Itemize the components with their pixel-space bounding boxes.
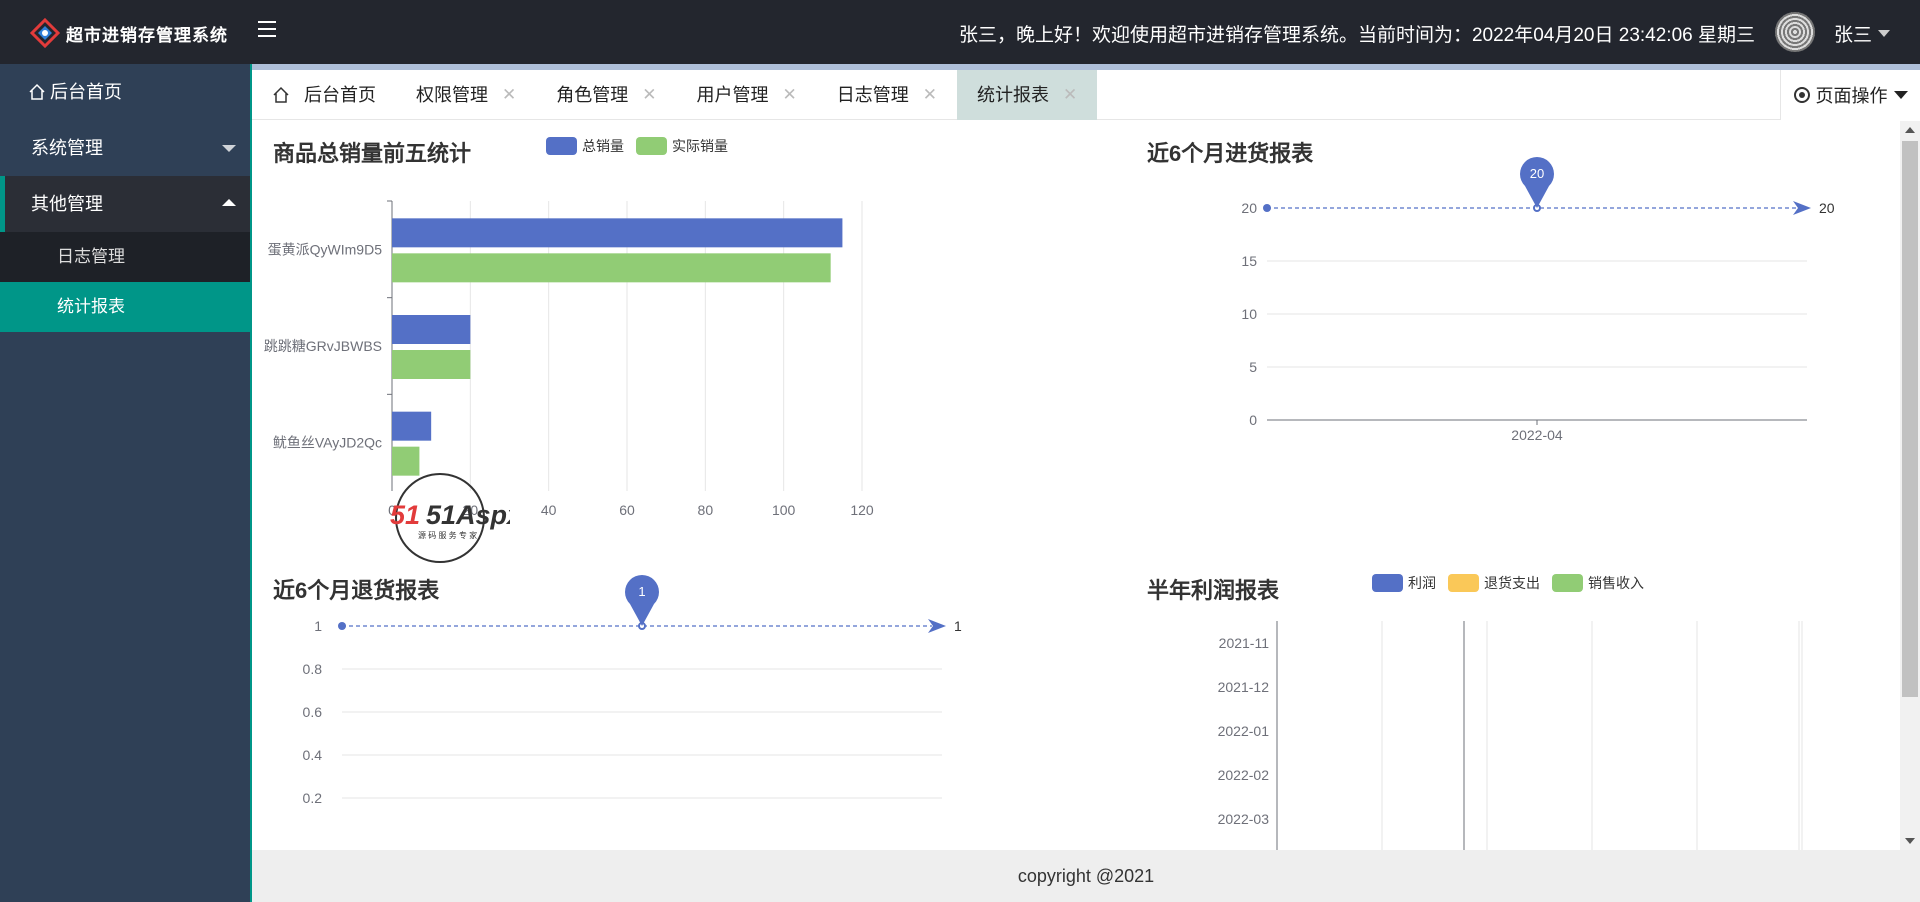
chart4-svg: 2021-11 2021-12 2022-01 2022-02 2022-03 [1218,621,1803,850]
markpoint-label: 20 [1530,166,1544,181]
x-tick-label: 120 [850,502,874,518]
scroll-up-icon[interactable] [1905,127,1915,133]
chart1-svg: 0 20 40 60 80 100 120鱿鱼丝VAyJD2Qc跳跳糖GRvJBWBS蛋黄派… [264,200,874,518]
scroll-down-icon[interactable] [1905,838,1915,844]
footer: copyright @2021 [252,850,1920,902]
tab-permission[interactable]: 权限管理 ✕ [396,70,536,120]
user-name: 张三 [1834,25,1873,46]
menu-toggle-icon[interactable] [258,21,276,37]
tab-bar: 后台首页 权限管理 ✕ 角色管理 ✕ 用户管理 ✕ 日志管理 ✕ 统计报表 ✕ … [252,70,1920,120]
sidebar-group-system[interactable]: 系统管理 [0,120,250,176]
y-tick-label: 0.6 [303,704,323,720]
y-tick-label: 0.4 [303,747,323,763]
sidebar: 后台首页 系统管理 其他管理 日志管理 统计报表 [0,64,250,902]
page-ops-label: 页面操作 [1815,86,1888,106]
tab-user[interactable]: 用户管理 ✕ [677,70,817,120]
chevron-up-icon [222,199,236,206]
tab-statistics[interactable]: 统计报表 ✕ [957,70,1098,120]
close-icon[interactable]: ✕ [502,70,516,120]
tab-label: 统计报表 [977,85,1049,105]
y-tick-label: 0.2 [303,790,323,806]
chevron-down-icon [222,145,236,152]
y-tick-label: 0 [1249,412,1257,428]
tab-label: 日志管理 [836,85,909,105]
home-icon [29,83,45,100]
markpoint-pin [625,574,659,626]
y-tick-label: 鱿鱼丝VAyJD2Qc [273,435,382,451]
markline-start [338,622,346,630]
sidebar-item-log-management[interactable]: 日志管理 [0,232,250,282]
x-tick-label: 100 [772,502,796,518]
y-tick-label: 跳跳糖GRvJBWBS [264,338,382,354]
bar [392,315,471,344]
close-icon[interactable]: ✕ [642,70,656,120]
bar [392,218,843,248]
x-tick-label: 60 [619,502,635,518]
sidebar-item-statistics-report[interactable]: 统计报表 [0,282,250,332]
y-tick-label: 15 [1241,253,1257,269]
close-icon[interactable]: ✕ [923,70,937,120]
y-tick-label: 0.8 [303,661,323,677]
y-tick-label: 2021-11 [1219,635,1270,651]
tab-label: 用户管理 [696,85,769,105]
chevron-down-icon [1893,91,1908,99]
markline-label: 1 [954,618,962,634]
chart2-svg: 0 5 10 15 20 2022-04 20 20 [1241,156,1835,443]
close-icon[interactable]: ✕ [783,70,797,120]
x-tick-label: 80 [698,502,714,518]
y-tick-label: 蛋黄派QyWIm9D5 [268,241,383,257]
report-content[interactable]: 商品总销量前五统计 总销量 实际销量 0 20 40 60 80 100 120 鱿鱼丝VAy… [252,121,1902,850]
bar [392,253,831,283]
app-logo[interactable]: 超市进销存管理系统 [30,18,228,48]
chevron-down-icon [1878,30,1891,37]
svg-text:51: 51 [390,500,420,530]
svg-text:源 码 服 务 专 家: 源 码 服 务 专 家 [418,530,477,540]
markline-label: 20 [1819,200,1835,216]
x-tick-label: 2022-04 [1511,427,1563,443]
tab-log[interactable]: 日志管理 ✕ [817,70,957,120]
tab-role[interactable]: 角色管理 ✕ [536,70,676,120]
markpoint-pin [1520,156,1554,208]
y-tick-label: 2021-12 [1218,679,1270,695]
y-tick-label: 2022-03 [1218,811,1270,827]
sidebar-item-home[interactable]: 后台首页 [0,64,250,120]
y-tick-label: 1 [314,618,322,634]
markpoint-label: 1 [638,584,645,599]
sidebar-item-label: 后台首页 [50,82,122,102]
sidebar-item-label: 日志管理 [57,247,125,266]
watermark-text: 51Aspx [426,500,510,530]
close-icon[interactable]: ✕ [1063,70,1077,120]
sidebar-item-label: 系统管理 [31,138,103,158]
markline-start [1263,204,1271,212]
avatar[interactable] [1775,12,1815,52]
tab-label: 角色管理 [556,85,629,105]
tab-home[interactable]: 后台首页 [252,70,396,120]
y-tick-label: 20 [1241,200,1257,216]
top-header: 超市进销存管理系统 张三，晚上好！欢迎使用超市进销存管理系统。当前时间为：202… [0,0,1920,64]
chart3-svg: 1 0.8 0.6 0.4 0.2 1 1 [303,574,962,806]
x-tick-label: 40 [541,502,557,518]
user-menu[interactable]: 张三 [1834,20,1891,47]
scrollbar[interactable] [1900,121,1920,850]
main-area: 后台首页 权限管理 ✕ 角色管理 ✕ 用户管理 ✕ 日志管理 ✕ 统计报表 ✕ … [250,64,1920,902]
scroll-thumb[interactable] [1902,141,1918,697]
y-tick-label: 2022-02 [1218,767,1270,783]
home-icon [273,86,289,103]
sidebar-item-label: 其他管理 [31,194,103,214]
y-tick-label: 10 [1241,306,1257,322]
target-icon [1793,87,1810,103]
sidebar-group-other[interactable]: 其他管理 [0,176,250,232]
tab-label: 后台首页 [304,85,376,105]
bar [392,350,471,379]
app-title: 超市进销存管理系统 [66,25,228,45]
tab-label: 权限管理 [416,85,488,105]
page-ops-button[interactable]: 页面操作 [1780,70,1920,120]
greeting-text: 张三，晚上好！欢迎使用超市进销存管理系统。当前时间为：2022年04月20日 2… [958,25,1755,46]
y-tick-label: 5 [1249,359,1257,375]
copyright-text: copyright @2021 [1017,866,1155,886]
sidebar-item-label: 统计报表 [57,297,125,316]
logo-icon [30,18,60,48]
y-tick-label: 2022-01 [1218,723,1270,739]
bar [392,411,432,441]
